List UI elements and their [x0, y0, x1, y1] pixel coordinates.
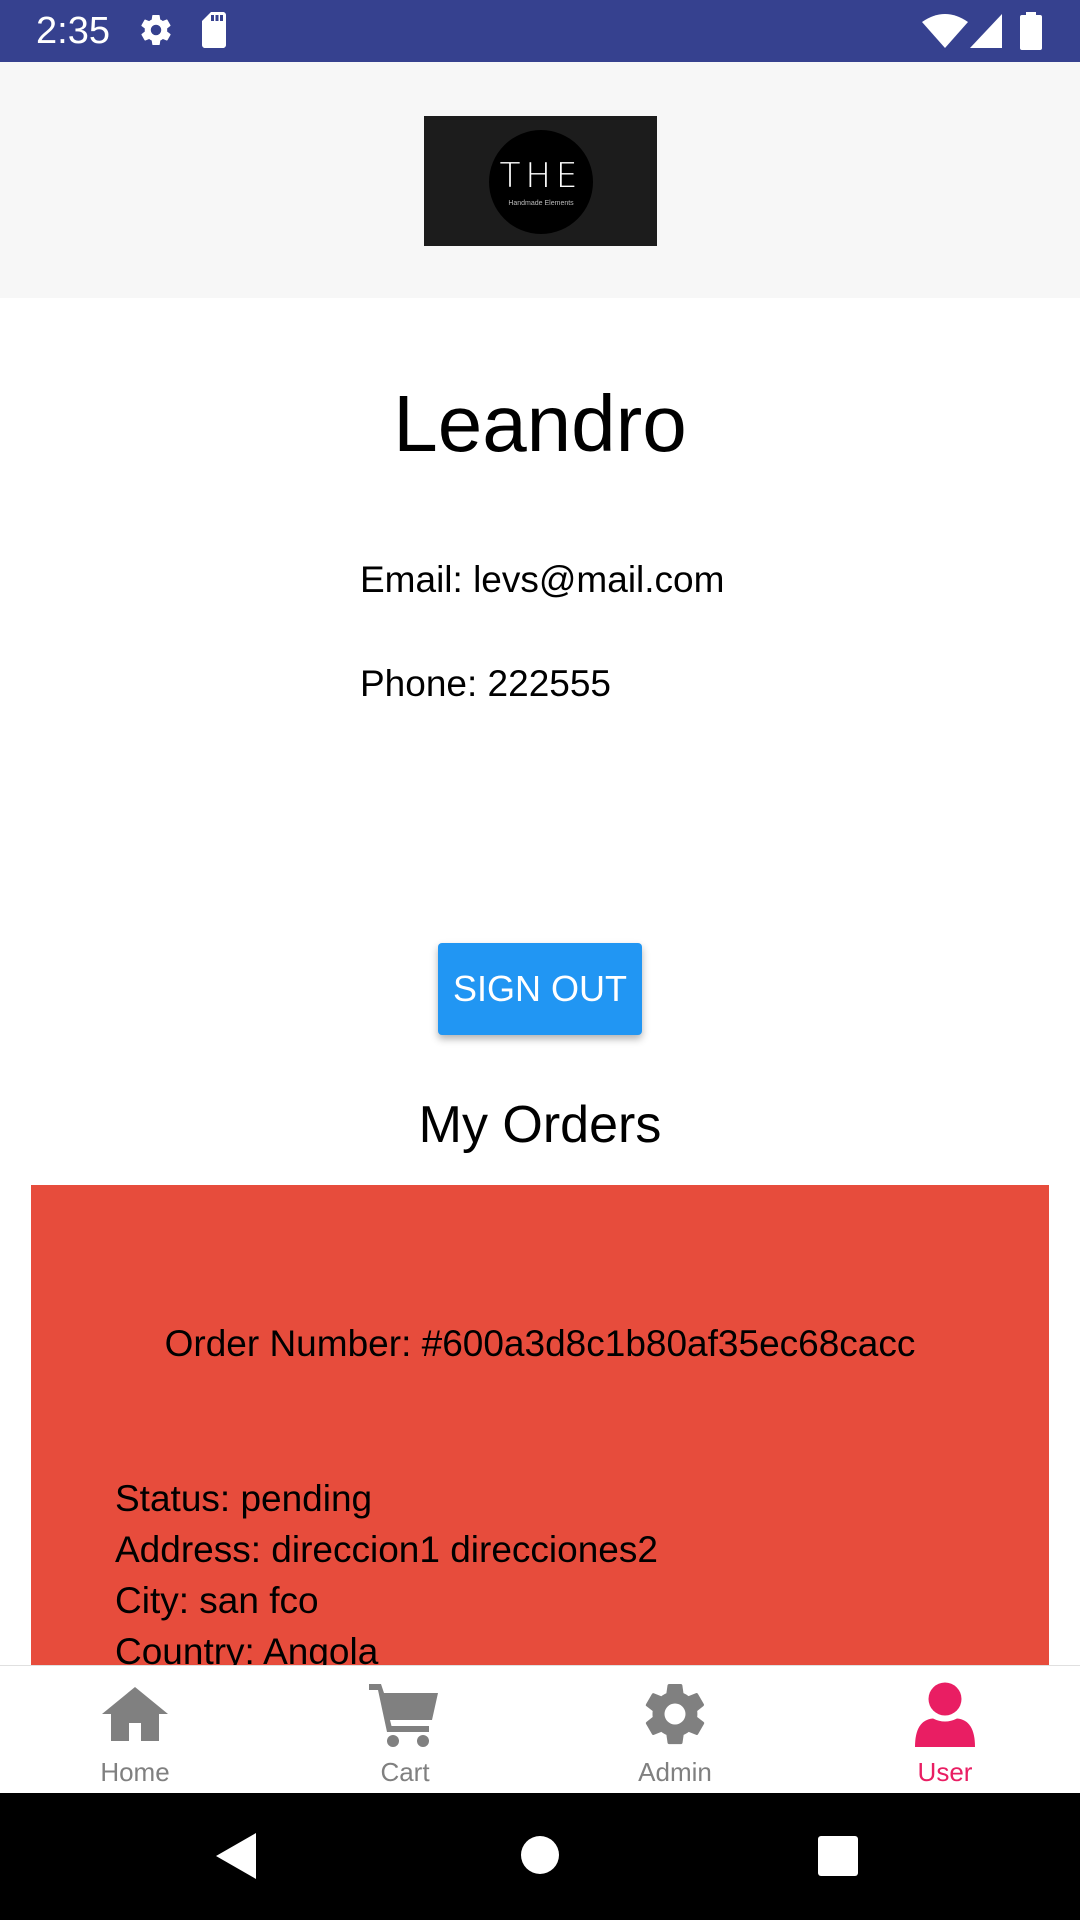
sd-card-icon: [202, 12, 226, 48]
order-city: City: san fco: [115, 1580, 319, 1621]
wifi-icon: [922, 14, 968, 48]
nav-home[interactable]: Home: [0, 1666, 270, 1794]
sign-out-button[interactable]: SIGN OUT: [438, 943, 642, 1035]
user-name: Leandro: [393, 379, 687, 468]
status-bar: 2:35: [0, 0, 1080, 62]
user-phone: Phone: 222555: [360, 663, 612, 704]
nav-admin-label: Admin: [638, 1757, 712, 1787]
home-circle-icon[interactable]: [520, 1835, 560, 1875]
header: THE Handmade Elements: [0, 62, 1080, 298]
logo-subtext: Handmade Elements: [508, 200, 574, 207]
battery-icon: [1020, 12, 1042, 50]
back-icon[interactable]: [216, 1833, 260, 1879]
cart-icon: [369, 1684, 438, 1747]
user-email: Email: levs@mail.com: [360, 559, 725, 600]
status-time: 2:35: [36, 10, 110, 52]
nav-home-label: Home: [100, 1757, 170, 1787]
recents-icon[interactable]: [818, 1836, 858, 1876]
nav-admin[interactable]: Admin: [540, 1666, 810, 1794]
orders-title: My Orders: [418, 1096, 662, 1154]
brand-logo: THE Handmade Elements: [424, 116, 657, 246]
order-status: Status: pending: [115, 1478, 373, 1519]
bottom-nav: Home Cart Admin User: [0, 1665, 1080, 1794]
system-nav-bar: [0, 1793, 1080, 1920]
settings-icon: [141, 15, 171, 46]
nav-cart-label: Cart: [380, 1757, 430, 1787]
signal-icon: [970, 14, 1002, 48]
order-address: Address: direccion1 direcciones2: [115, 1529, 658, 1570]
logo-text: THE: [499, 156, 583, 196]
nav-cart[interactable]: Cart: [270, 1666, 540, 1794]
order-country: Country: Angola: [115, 1631, 379, 1665]
order-card[interactable]: Order Number: #600a3d8c1b80af35ec68cacc …: [31, 1185, 1049, 1665]
user-icon: [915, 1682, 975, 1747]
logo-circle: THE Handmade Elements: [489, 130, 593, 234]
nav-user-label: User: [917, 1757, 973, 1787]
nav-user[interactable]: User: [810, 1666, 1080, 1794]
order-number: Order Number: #600a3d8c1b80af35ec68cacc: [164, 1323, 916, 1364]
gear-icon: [645, 1684, 705, 1745]
home-icon: [102, 1687, 168, 1741]
